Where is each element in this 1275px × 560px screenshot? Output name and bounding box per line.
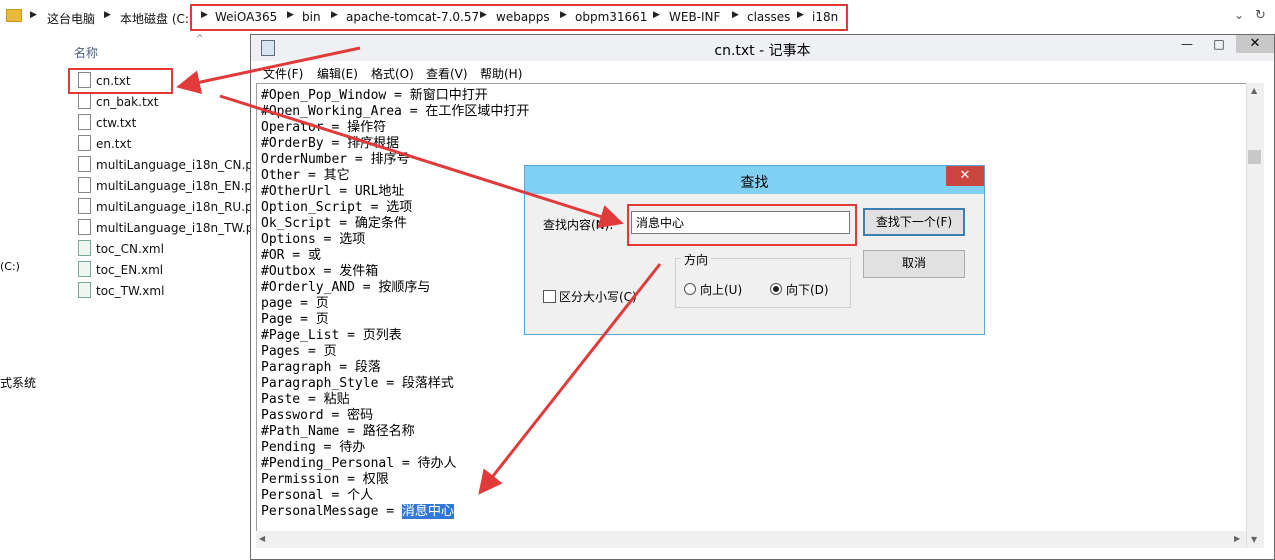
arrow-to-file	[176, 46, 361, 94]
arrow-to-result	[478, 263, 662, 495]
arrow-to-input	[219, 94, 624, 229]
annotation-arrows	[176, 46, 662, 495]
